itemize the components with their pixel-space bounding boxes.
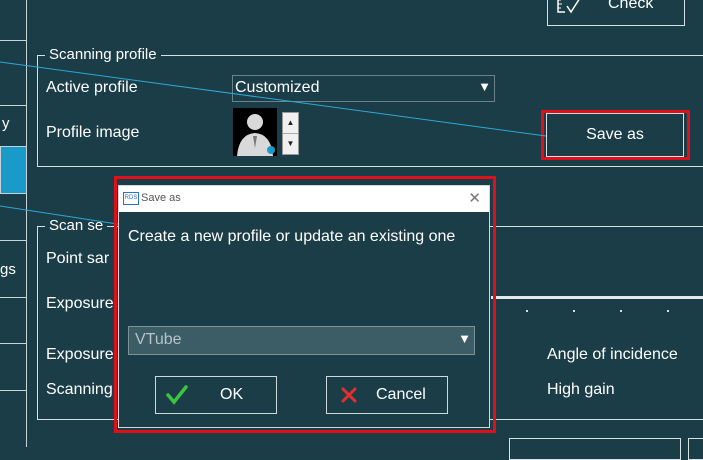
ok-button[interactable]: OK bbox=[155, 376, 277, 414]
dialog-titlebar[interactable]: RDS Save as ✕ bbox=[119, 186, 489, 212]
save-as-dialog: RDS Save as ✕ Create a new profile or up… bbox=[118, 185, 490, 428]
dialog-title: Save as bbox=[141, 192, 181, 204]
check-icon bbox=[166, 385, 188, 405]
profile-name-select[interactable]: VTube ▼ bbox=[128, 326, 475, 355]
dropdown-arrow-icon: ▼ bbox=[458, 331, 471, 346]
close-icon[interactable]: ✕ bbox=[468, 189, 481, 207]
cancel-button[interactable]: Cancel bbox=[326, 376, 448, 414]
dialog-message: Create a new profile or update an existi… bbox=[128, 228, 456, 245]
profile-name-value: VTube bbox=[135, 331, 182, 348]
app-icon: RDS bbox=[123, 192, 139, 205]
ok-button-label: OK bbox=[220, 386, 244, 403]
cross-icon bbox=[341, 387, 357, 403]
cancel-button-label: Cancel bbox=[376, 386, 426, 403]
